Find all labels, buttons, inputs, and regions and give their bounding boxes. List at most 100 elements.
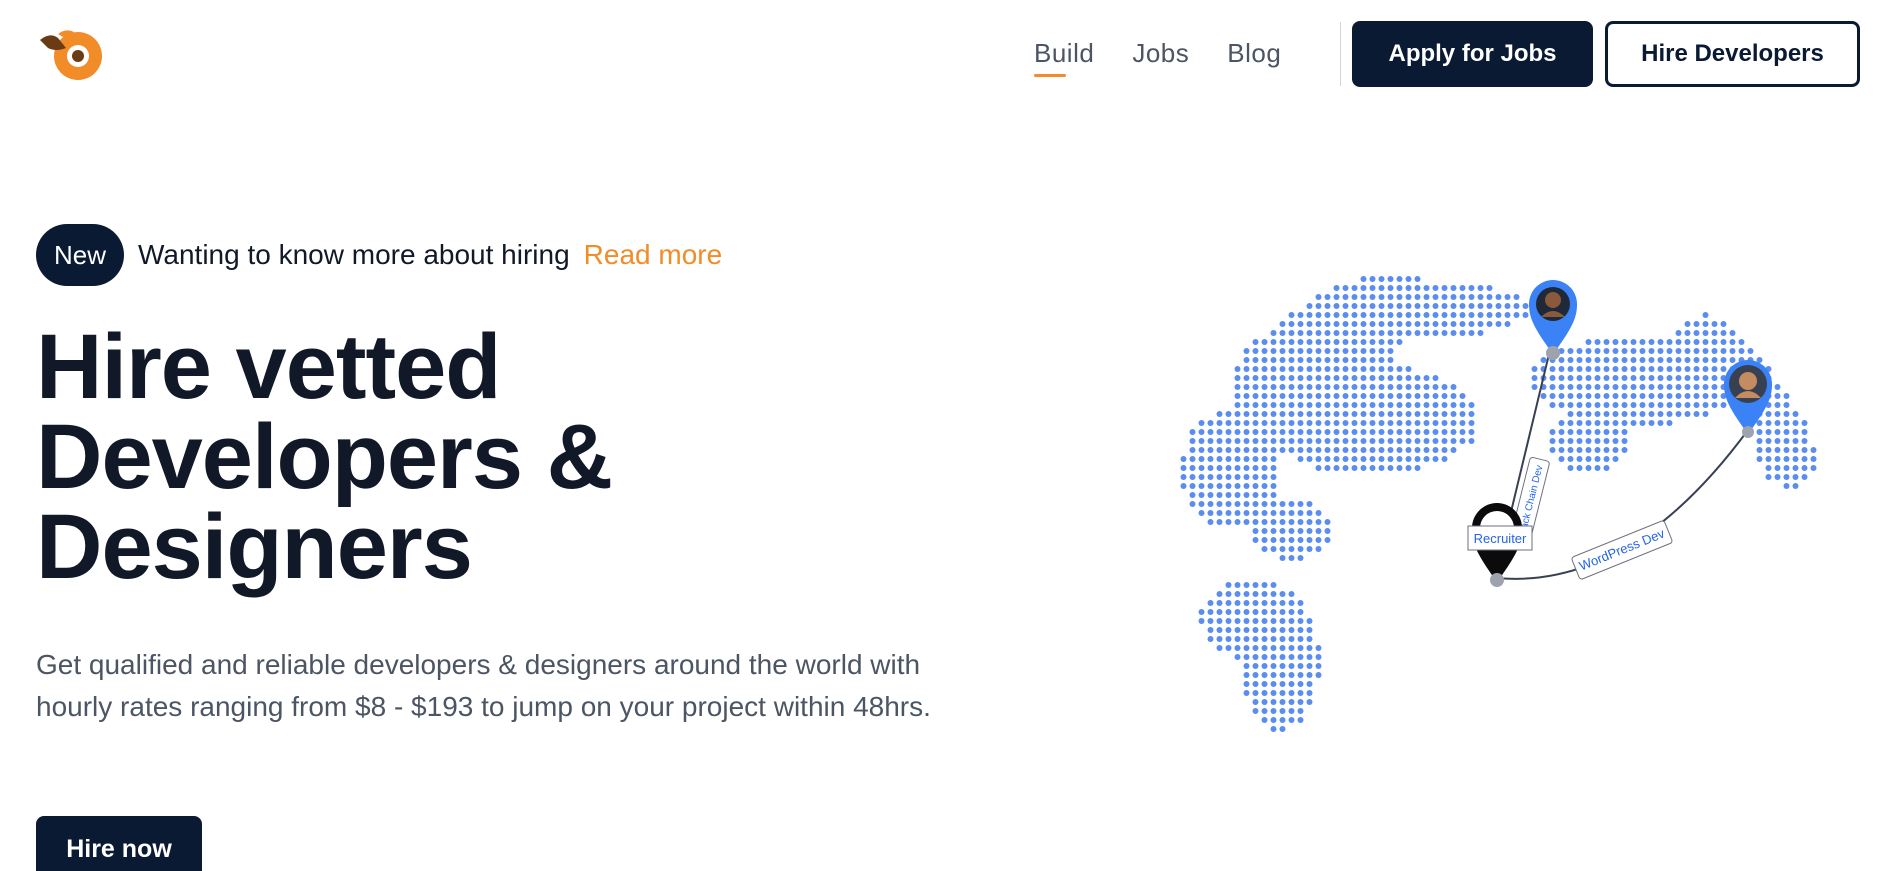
map-dot (1666, 393, 1673, 399)
map-dot (1387, 303, 1394, 309)
map-pin-developer-2 (1724, 360, 1772, 438)
map-dot (1288, 501, 1295, 507)
map-dot (1639, 348, 1646, 354)
map-dot (1261, 402, 1268, 408)
map-dot (1801, 456, 1808, 462)
map-dot (1594, 447, 1601, 453)
map-dot (1243, 375, 1250, 381)
map-dot (1306, 654, 1313, 660)
map-dot (1423, 393, 1430, 399)
map-dot (1630, 411, 1637, 417)
map-dot (1288, 384, 1295, 390)
map-dot (1288, 420, 1295, 426)
brand-logo-icon[interactable] (36, 24, 110, 84)
map-dot (1486, 285, 1493, 291)
map-dot (1279, 384, 1286, 390)
map-dot (1333, 348, 1340, 354)
map-dot (1423, 420, 1430, 426)
map-dot (1369, 456, 1376, 462)
map-dot (1315, 663, 1322, 669)
map-dot (1576, 393, 1583, 399)
nav-link-blog[interactable]: Blog (1227, 38, 1281, 69)
map-dot (1261, 636, 1268, 642)
read-more-link[interactable]: Read more (584, 239, 723, 271)
map-dot (1234, 411, 1241, 417)
map-dot (1576, 411, 1583, 417)
map-dot (1279, 357, 1286, 363)
map-dot (1378, 411, 1385, 417)
map-dot (1405, 393, 1412, 399)
map-dot (1216, 636, 1223, 642)
map-dot (1360, 285, 1367, 291)
map-dot (1234, 447, 1241, 453)
map-dot (1261, 447, 1268, 453)
map-dot (1189, 465, 1196, 471)
map-dot (1279, 519, 1286, 525)
map-dot (1495, 303, 1502, 309)
map-dot (1306, 411, 1313, 417)
map-dot (1306, 456, 1313, 462)
map-dot (1567, 384, 1574, 390)
map-dot (1288, 519, 1295, 525)
map-dot (1216, 465, 1223, 471)
map-dot (1315, 303, 1322, 309)
map-dot (1351, 366, 1358, 372)
map-dot (1252, 375, 1259, 381)
map-dot (1711, 357, 1718, 363)
map-dot (1621, 402, 1628, 408)
nav-link-jobs[interactable]: Jobs (1132, 38, 1189, 69)
map-dot (1765, 420, 1772, 426)
map-dot (1639, 357, 1646, 363)
map-dot (1234, 393, 1241, 399)
map-dot (1774, 474, 1781, 480)
map-dot (1306, 321, 1313, 327)
hire-now-button[interactable]: Hire now (36, 816, 202, 871)
map-dot (1486, 303, 1493, 309)
map-dot (1243, 591, 1250, 597)
map-dot (1486, 312, 1493, 318)
map-dot (1198, 474, 1205, 480)
map-dot (1252, 645, 1259, 651)
hire-developers-button[interactable]: Hire Developers (1605, 21, 1860, 87)
map-dot (1252, 591, 1259, 597)
map-dot (1207, 420, 1214, 426)
map-dot (1414, 276, 1421, 282)
map-dot (1567, 447, 1574, 453)
map-dot (1261, 717, 1268, 723)
map-dot (1243, 438, 1250, 444)
map-dot (1693, 402, 1700, 408)
map-dot (1252, 519, 1259, 525)
nav-link-build[interactable]: Build (1034, 38, 1094, 77)
map-dot (1279, 654, 1286, 660)
map-dot (1549, 366, 1556, 372)
map-dot (1315, 654, 1322, 660)
map-dot (1270, 411, 1277, 417)
map-dot (1423, 375, 1430, 381)
map-dot (1306, 420, 1313, 426)
map-dot (1297, 393, 1304, 399)
map-dot (1612, 357, 1619, 363)
map-dot (1585, 429, 1592, 435)
map-dot (1396, 384, 1403, 390)
map-dot (1261, 456, 1268, 462)
map-dot (1270, 375, 1277, 381)
map-dot (1387, 357, 1394, 363)
map-dot (1387, 438, 1394, 444)
map-dot (1252, 699, 1259, 705)
map-dot (1333, 294, 1340, 300)
map-dot (1414, 294, 1421, 300)
map-dot (1477, 303, 1484, 309)
map-dot (1270, 717, 1277, 723)
map-dot (1198, 456, 1205, 462)
map-dot (1648, 384, 1655, 390)
map-dot (1297, 636, 1304, 642)
map-dot (1261, 618, 1268, 624)
map-dot (1423, 303, 1430, 309)
apply-for-jobs-button[interactable]: Apply for Jobs (1352, 21, 1593, 87)
map-dot (1270, 654, 1277, 660)
map-dot (1333, 330, 1340, 336)
map-dot (1279, 411, 1286, 417)
map-dot (1207, 492, 1214, 498)
map-dot (1315, 420, 1322, 426)
map-dot (1315, 456, 1322, 462)
